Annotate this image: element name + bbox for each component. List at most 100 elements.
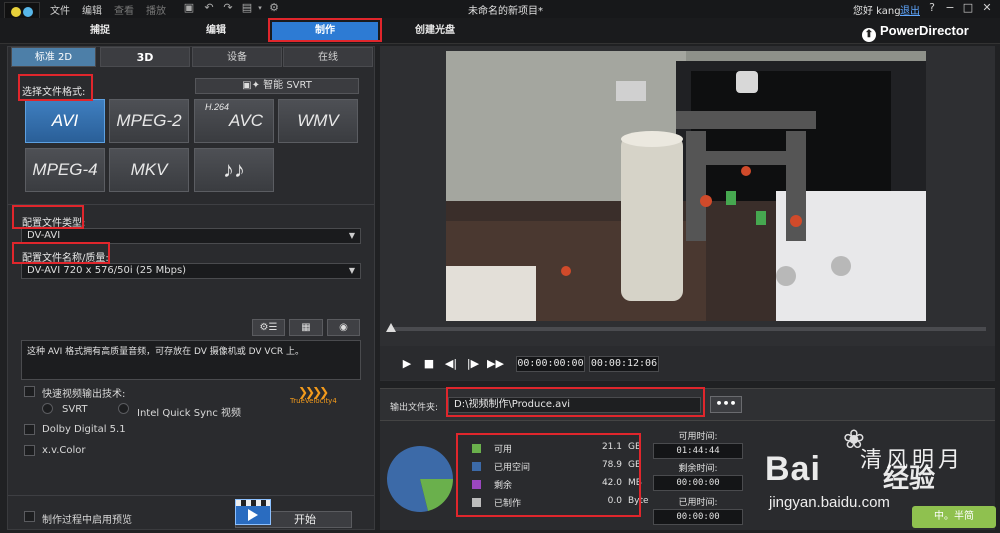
arrow-up-icon: ⬆ (862, 28, 876, 42)
tab-standard-2d[interactable]: 标准 2D (11, 47, 96, 67)
legend-row: 已用空间 78.9 GB (466, 459, 642, 473)
previous-frame-icon[interactable]: ◀| (443, 356, 459, 372)
legend-swatch (472, 480, 481, 489)
legend-value: 78.9 (601, 460, 622, 470)
legend-value: 42.0 (601, 478, 622, 488)
table-icon: ▦ (301, 322, 311, 333)
format-audio-button[interactable]: ♪♪ (194, 148, 274, 192)
format-description: 这种 AVI 格式拥有高质量音频，可存放在 DV 摄像机或 DV VCR 上。 (21, 340, 361, 380)
next-frame-icon[interactable]: |▶ (465, 356, 481, 372)
format-mpeg2-button[interactable]: MPEG-2 (109, 99, 189, 143)
help-button[interactable]: ? (925, 1, 939, 15)
profile-settings-button[interactable]: ⚙☰ (252, 319, 285, 336)
format-avi-button[interactable]: AVI (25, 99, 105, 143)
profile-type-select[interactable]: DV-AVI ▼ (21, 228, 361, 244)
minimize-button[interactable]: − (943, 1, 957, 15)
eye-icon: ◉ (339, 322, 348, 333)
svrt-radio[interactable] (42, 403, 53, 414)
restore-button[interactable]: □ (961, 1, 975, 15)
tab-device[interactable]: 设备 (192, 47, 282, 67)
intel-label: Intel Quick Sync 视频 (137, 408, 242, 419)
brand-name: ⬆ PowerDirector (862, 22, 969, 42)
legend-row: 已制作 0.0 Byte (466, 495, 649, 509)
legend-swatch (472, 498, 481, 507)
redo-icon[interactable]: ↷ (222, 2, 234, 14)
clapperboard-play-icon[interactable] (235, 499, 271, 525)
legend-name: 可用 (494, 445, 513, 455)
close-button[interactable]: ✕ (980, 1, 994, 15)
mode-create-disc[interactable]: 创建光盘 (400, 22, 470, 40)
tab-online[interactable]: 在线 (283, 47, 373, 67)
format-mkv-button[interactable]: MKV (109, 148, 189, 192)
browse-button[interactable]: ••• (710, 396, 742, 413)
remaining-time-label: 剩余时间: (678, 464, 718, 474)
preview-checkbox[interactable] (24, 511, 35, 522)
format-wmv-button[interactable]: WMV (278, 99, 358, 143)
dolby-label: Dolby Digital 5.1 (42, 424, 126, 435)
disk-space-panel: 可用 21.1 GB 已用空间 78.9 GB 剩余 42.0 MB 已制作 0.0 Byte 可用时… (380, 420, 995, 530)
profile-3d-button[interactable]: ◉ (327, 319, 360, 336)
legend-unit: GB (628, 442, 642, 452)
play-icon[interactable]: ▶ (399, 356, 415, 372)
video-preview[interactable] (446, 51, 926, 321)
divider (8, 495, 374, 496)
chevron-down-icon: ▼ (348, 231, 355, 240)
title-bar: 文件 编辑 查看 播放 ▣ ↶ ↷ ▤ ▾ ⚙ 未命名的新项目* 您好 kang… (0, 0, 1000, 18)
legend-name: 已制作 (494, 499, 522, 509)
legend-unit: Byte (628, 496, 649, 506)
format-mpeg4-button[interactable]: MPEG-4 (25, 148, 105, 192)
gear-list-icon: ⚙☰ (259, 322, 278, 333)
format-label: 选择文件格式: (22, 87, 86, 98)
profile-type-label: 配置文件类型: (22, 218, 86, 229)
profile-name-label: 配置文件名称/质量: (22, 253, 109, 264)
logout-link[interactable]: 退出 (900, 2, 920, 17)
save-icon[interactable]: ▣ (183, 2, 195, 14)
preview-label: 制作过程中启用预览 (42, 515, 132, 526)
legend-name: 剩余 (494, 481, 513, 491)
tab-3d[interactable]: 3D (100, 47, 190, 67)
available-time-value: 01:44:44 (653, 443, 743, 459)
chevron-down-icon: ▼ (348, 266, 355, 275)
available-time-label: 可用时间: (678, 432, 718, 442)
disk-usage-pie (387, 446, 453, 512)
total-time-display: 00:00:12:06 (589, 356, 659, 372)
preview-panel: ▶ ■ ◀| |▶ ▶▶ 00:00:00:00 00:00:12:06 (380, 46, 995, 381)
timeline-icon[interactable]: ▤ (241, 2, 253, 14)
powerdirector-window: 文件 编辑 查看 播放 ▣ ↶ ↷ ▤ ▾ ⚙ 未命名的新项目* 您好 kang… (0, 0, 1000, 533)
smart-svrt-button[interactable]: ▣✦ 智能 SVRT (195, 78, 359, 94)
dolby-checkbox[interactable] (24, 424, 35, 435)
produce-settings-panel: 标准 2D 3D 设备 在线 选择文件格式: ▣✦ 智能 SVRT AVI MP… (7, 46, 375, 530)
profile-name-select[interactable]: DV-AVI 720 x 576/50i (25 Mbps) ▼ (21, 263, 361, 279)
current-time-display: 00:00:00:00 (516, 356, 585, 372)
fast-render-checkbox[interactable] (24, 386, 35, 397)
gear-icon[interactable]: ⚙ (268, 2, 280, 14)
menu-edit[interactable]: 编辑 (82, 2, 102, 17)
mode-bar: 捕捉 编辑 制作 创建光盘 ⬆ PowerDirector (0, 18, 1000, 44)
output-folder-label: 输出文件夹: (390, 403, 439, 413)
elapsed-time-value: 00:00:00 (653, 509, 743, 525)
mode-edit[interactable]: 编辑 (186, 22, 246, 40)
format-avc-button[interactable]: H.264AVC (194, 99, 274, 143)
remaining-time-value: 00:00:00 (653, 475, 743, 491)
menu-view[interactable]: 查看 (114, 2, 134, 17)
fast-forward-icon[interactable]: ▶▶ (487, 356, 504, 372)
menu-play[interactable]: 播放 (146, 2, 166, 17)
undo-icon[interactable]: ↶ (203, 2, 215, 14)
profile-table-button[interactable]: ▦ (289, 319, 323, 336)
seek-bar[interactable] (386, 323, 986, 332)
output-folder-row: 输出文件夹: D:\视频制作\Produce.avi ••• (380, 388, 995, 420)
elapsed-time-label: 已用时间: (678, 498, 718, 508)
xvcolor-checkbox[interactable] (24, 445, 35, 456)
intel-radio[interactable] (118, 403, 129, 414)
menu-file[interactable]: 文件 (50, 2, 70, 17)
seek-thumb[interactable] (386, 323, 396, 332)
legend-row: 可用 21.1 GB (466, 441, 642, 455)
mode-produce[interactable]: 制作 (272, 22, 378, 40)
dropdown-icon[interactable]: ▾ (254, 2, 266, 14)
legend-row: 剩余 42.0 MB (466, 477, 642, 491)
divider (8, 204, 374, 205)
output-path-field[interactable]: D:\视频制作\Produce.avi (448, 397, 701, 413)
stop-icon[interactable]: ■ (421, 356, 437, 372)
mode-capture[interactable]: 捕捉 (70, 22, 130, 40)
video-frame (446, 51, 926, 321)
